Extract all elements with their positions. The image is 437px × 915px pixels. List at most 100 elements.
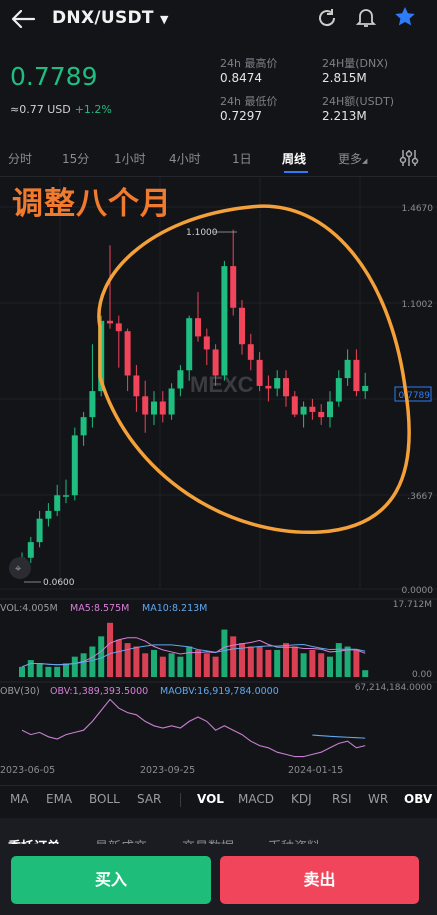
volume-bar [80,653,87,677]
volume-bar [283,643,289,677]
candle-body [142,396,149,415]
volume-bar [27,660,34,677]
volume-axis-min: 0.00 [412,670,432,680]
watermark-mexc: MEXC [190,372,254,397]
candle-body [168,388,175,415]
volume-bar [45,666,52,677]
stat-label-low: 24h 最低价 [220,95,278,108]
date-label: 2023-06-05 [0,765,55,776]
candle-body [186,318,193,371]
indicator-vol[interactable]: VOL [197,792,224,806]
buy-button[interactable]: 买入 [11,856,211,904]
indicator-rsi[interactable]: RSI [332,792,352,806]
refresh-icon [319,9,336,27]
candle-body [318,411,325,418]
favorite-button[interactable] [393,5,417,33]
indicator-ema[interactable]: EMA [46,792,72,806]
indicator-macd[interactable]: MACD [238,792,274,806]
volume-bar [71,656,78,677]
tab-4h[interactable]: 4小时 [169,150,201,167]
active-tab-indicator [284,171,308,173]
stat-value-volume: 2.815M [322,71,367,85]
volume-bar [230,636,237,677]
share-button[interactable] [316,7,338,33]
volume-bar [203,653,210,677]
min-price-label: 0.0600 [43,578,75,588]
candle-body [344,359,351,379]
candle-body [115,323,122,332]
vol-legend: VOL:4.005M [0,603,58,614]
volume-bar [362,670,369,677]
volume-bar [107,622,113,677]
price-change: +1.2% [74,103,112,116]
back-button[interactable] [10,8,36,30]
indicator-wr[interactable]: WR [368,792,388,806]
candle-body [27,542,34,558]
ma5-legend: MA5:8.575M [70,603,129,614]
volume-axis-max: 17.712M [393,600,432,610]
candle-body [45,510,52,519]
indicator-ma[interactable]: MA [10,792,29,806]
ma10-legend: MA10:8.213M [142,603,207,614]
volume-bar [256,646,263,677]
timeframe-tabs: 分时 15分 1小时 4小时 1日 周线 更多◢ [0,140,437,177]
kline-chart[interactable]: MEXC 1.4670 1.1002 0.7789 .3667 0.0000 1… [0,177,437,785]
stat-value-high: 0.8474 [220,71,262,85]
volume-bar [327,656,333,677]
current-price-tag-label: 0.7789 [399,391,431,401]
arrow-left-icon [11,9,36,29]
pair-name: DNX/USDT [52,8,154,28]
candle-body [221,266,228,376]
indicator-bar: MA EMA BOLL SAR VOL MACD KDJ RSI WR OBV [0,785,437,812]
volume-bar [19,666,25,677]
sell-button[interactable]: 卖出 [220,856,419,904]
volume-bar [151,649,157,677]
alert-button[interactable] [355,6,377,32]
price-axis-label: .3667 [407,492,433,502]
date-label: 2024-01-15 [288,765,343,776]
indicator-sar[interactable]: SAR [137,792,161,806]
volume-bar [344,646,351,677]
indicator-settings-button[interactable] [398,148,420,172]
maobv-line [312,734,366,739]
candle-body [63,495,69,497]
tab-weekly[interactable]: 周线 [282,150,306,167]
volume-bar [318,653,325,677]
candle-body [159,401,166,415]
last-price: 0.7789 [10,62,98,91]
volume-bar [115,639,122,677]
candle-body [247,344,254,360]
tab-1h[interactable]: 1小时 [114,150,146,167]
obv-value-legend: OBV:1,389,393.5000 [50,686,148,697]
volume-bar [54,666,61,677]
volume-bar [133,646,140,677]
indicator-kdj[interactable]: KDJ [291,792,312,806]
corner-caret-icon: ◢ [362,157,368,165]
candle-body [151,401,157,415]
candle-body [265,385,272,389]
volume-bar [168,653,175,677]
usd-value: ≈0.77 USD [10,103,71,116]
pair-title[interactable]: DNX/USDT ▼ [52,8,169,28]
volume-bar [177,656,184,677]
candle-body [195,318,201,337]
highlight-ellipse [97,204,411,534]
volume-bar [212,656,219,677]
candle-body [133,375,140,397]
price-axis-label: 0.0000 [402,586,434,596]
obv-name-legend: OBV(30) [0,686,40,697]
indicator-obv[interactable]: OBV [404,792,432,806]
candle-body [89,391,96,418]
candle-body [212,349,219,376]
indicator-boll[interactable]: BOLL [89,792,120,806]
volume-bar [89,646,96,677]
tab-1d[interactable]: 1日 [232,150,252,167]
tab-more[interactable]: 更多◢ [338,150,367,167]
candle-body [362,385,369,392]
volume-bar [221,629,228,677]
candle-body [353,359,360,392]
obv-axis-label: 67,214,184.0000 [355,683,433,693]
max-price-label: 1.1000 [186,228,218,238]
tab-15m[interactable]: 15分 [62,150,89,167]
tab-timeline[interactable]: 分时 [8,150,32,167]
